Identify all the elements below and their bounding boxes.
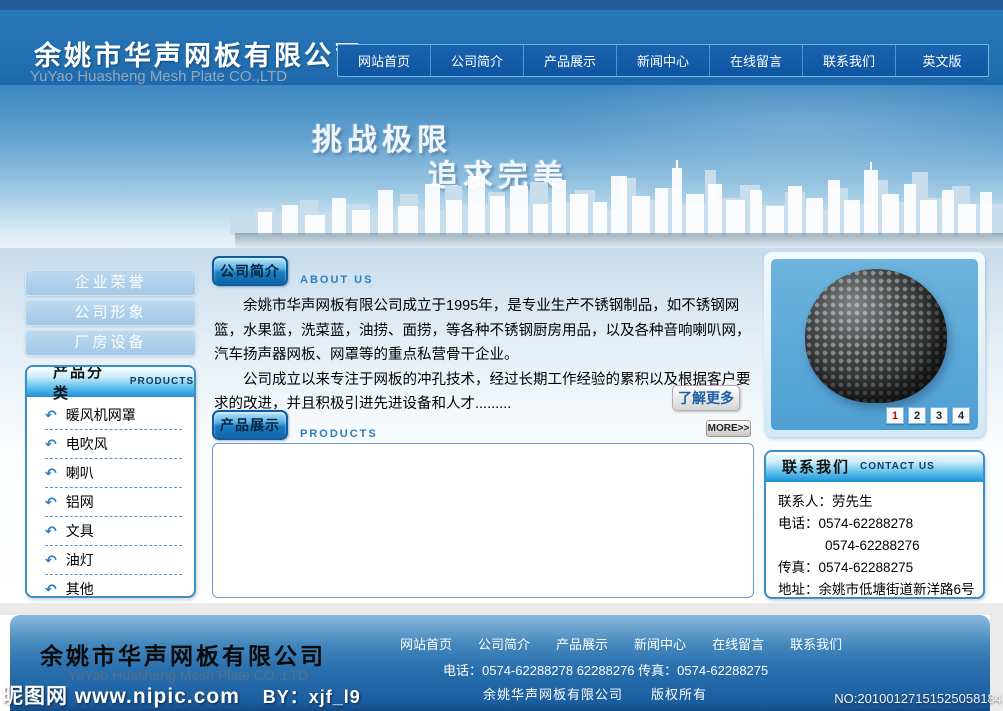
curved-arrow-icon: ↶ (45, 581, 57, 597)
gallery-page-2[interactable]: 2 (908, 407, 926, 424)
contact-phone-2: 0574-62288276 (778, 535, 977, 557)
category-item-stationery[interactable]: ↶文具 (45, 517, 182, 546)
nav-item-news[interactable]: 新闻中心 (617, 45, 710, 76)
category-item-other[interactable]: ↶其他 (45, 575, 182, 598)
footer-link-about[interactable]: 公司简介 (478, 634, 530, 653)
footer-phone-line: 电话：0574-62288278 62288276 传真：0574-622882… (443, 660, 768, 679)
footer-link-guestbook[interactable]: 在线留言 (712, 634, 764, 653)
products-section-tab[interactable]: 产品展示 (212, 410, 288, 440)
footer-copyright: 余姚华声网板有限公司 版权所有 (483, 684, 707, 703)
product-category-title-cn: 产品分类 (53, 365, 120, 403)
contact-panel: 联系我们 CONTACT US 联系人：劳先生 电话：0574-62288278… (764, 450, 985, 599)
main-content: 企业荣誉 公司形象 厂房设备 产品分类 PRODUCTS ↶暖风机网罩 ↶电吹风… (0, 248, 1003, 615)
curved-arrow-icon: ↶ (45, 552, 57, 568)
curved-arrow-icon: ↶ (45, 465, 57, 481)
footer-logo-cn: 余姚市华声网板有限公司 (40, 637, 326, 671)
nipic-author-label: BY：xjf_l9 (263, 687, 361, 707)
serial-number-watermark: NO:20100127151525058184 (834, 691, 1002, 706)
gallery-image-area: 1 2 3 4 (771, 259, 978, 430)
nav-item-guestbook[interactable]: 在线留言 (710, 45, 803, 76)
category-item-oil-lamp[interactable]: ↶油灯 (45, 546, 182, 575)
contact-fax: 传真：0574-62288275 (778, 557, 977, 579)
about-section-tab[interactable]: 公司简介 (212, 256, 288, 286)
contact-person: 联系人：劳先生 (778, 491, 977, 513)
category-item-aluminum-mesh[interactable]: ↶铝网 (45, 488, 182, 517)
sidebar-item-honors[interactable]: 企业荣誉 (25, 270, 196, 296)
contact-header: 联系我们 CONTACT US (766, 452, 983, 482)
footer-link-products[interactable]: 产品展示 (556, 634, 608, 653)
gallery-pagination: 1 2 3 4 (886, 407, 970, 424)
product-category-title-en: PRODUCTS (130, 376, 194, 387)
sidebar-item-factory-equipment[interactable]: 厂房设备 (25, 330, 196, 356)
banner: 挑战极限 追求完美 (0, 85, 1003, 248)
learn-more-button[interactable]: 了解更多 (672, 385, 740, 411)
contact-info: 联系人：劳先生 电话：0574-62288278 0574-62288276 传… (766, 482, 983, 599)
curved-arrow-icon: ↶ (45, 436, 57, 452)
main-nav: 网站首页 公司简介 产品展示 新闻中心 在线留言 联系我们 英文版 (337, 44, 989, 77)
products-section-subtitle: PRODUCTS (300, 428, 378, 440)
footer-link-news[interactable]: 新闻中心 (634, 634, 686, 653)
header: 余姚市华声网板有限公司 YuYao Huasheng Mesh Plate CO… (0, 10, 1003, 85)
gallery-page-3[interactable]: 3 (930, 407, 948, 424)
footer-link-home[interactable]: 网站首页 (400, 634, 452, 653)
products-more-button[interactable]: MORE>> (706, 420, 751, 437)
nav-item-contact[interactable]: 联系我们 (803, 45, 896, 76)
gallery-page-4[interactable]: 4 (952, 407, 970, 424)
sidebar-item-company-image[interactable]: 公司形象 (25, 300, 196, 326)
footer-nav: 网站首页 公司简介 产品展示 新闻中心 在线留言 联系我们 (400, 634, 842, 653)
contact-title-cn: 联系我们 (782, 456, 850, 477)
product-gallery-panel: 1 2 3 4 (764, 252, 985, 437)
product-category-header: 产品分类 PRODUCTS (27, 367, 194, 397)
category-item-speaker[interactable]: ↶喇叭 (45, 459, 182, 488)
nipic-site-label: 昵图网 www.nipic.com (2, 685, 240, 708)
contact-title-en: CONTACT US (860, 461, 935, 472)
page: 余姚市华声网板有限公司 YuYao Huasheng Mesh Plate CO… (0, 0, 1003, 711)
curved-arrow-icon: ↶ (45, 407, 57, 423)
curved-arrow-icon: ↶ (45, 523, 57, 539)
top-strip (0, 0, 1003, 10)
nipic-watermark: 昵图网 www.nipic.com BY：xjf_l9 (2, 680, 361, 710)
category-item-hair-dryer[interactable]: ↶电吹风 (45, 430, 182, 459)
product-category-panel: 产品分类 PRODUCTS ↶暖风机网罩 ↶电吹风 ↶喇叭 ↶铝网 ↶文具 ↶油… (25, 365, 196, 598)
skyline-reflection (235, 233, 1003, 248)
footer-link-contact[interactable]: 联系我们 (790, 634, 842, 653)
curved-arrow-icon: ↶ (45, 494, 57, 510)
category-list: ↶暖风机网罩 ↶电吹风 ↶喇叭 ↶铝网 ↶文具 ↶油灯 ↶其他 (27, 397, 194, 598)
contact-phone-1: 电话：0574-62288278 (778, 513, 977, 535)
mesh-dome-product-image (805, 269, 947, 403)
product-display-box (212, 443, 754, 598)
city-skyline-graphic (0, 160, 1003, 235)
nav-item-products[interactable]: 产品展示 (524, 45, 617, 76)
nav-item-about[interactable]: 公司简介 (431, 45, 524, 76)
company-logo-en: YuYao Huasheng Mesh Plate CO.,LTD (30, 68, 287, 85)
gallery-page-1[interactable]: 1 (886, 407, 904, 424)
contact-address: 地址：余姚市低塘街道新洋路6号 (778, 579, 977, 599)
nav-item-home[interactable]: 网站首页 (338, 45, 431, 76)
footer-gap-strip (0, 603, 1003, 615)
nav-item-english[interactable]: 英文版 (896, 45, 988, 76)
about-section-subtitle: ABOUT US (300, 274, 373, 286)
about-paragraph-1: 余姚市华声网板有限公司成立于1995年，是专业生产不锈钢制品，如不锈钢网篮，水果… (214, 294, 755, 368)
category-item-heater-mesh[interactable]: ↶暖风机网罩 (45, 401, 182, 430)
